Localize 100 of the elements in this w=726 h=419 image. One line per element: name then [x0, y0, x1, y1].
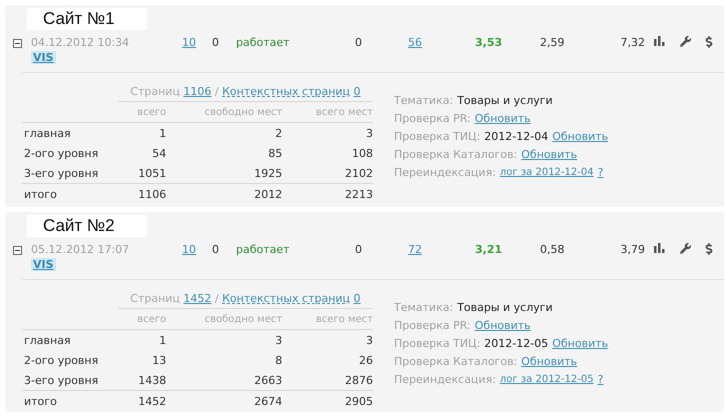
wrench-icon[interactable] — [680, 36, 690, 47]
vis-link[interactable]: VIS — [31, 51, 56, 64]
info-label: Проверка ТИЦ: — [394, 130, 480, 142]
bar-chart-icon[interactable] — [654, 243, 664, 253]
vis-link[interactable]: VIS — [31, 258, 56, 271]
value-text: 3,79 — [620, 243, 645, 256]
table-value: 2674 — [254, 394, 282, 408]
pages-link[interactable]: 1106 — [183, 84, 212, 98]
table-value: 8 — [275, 354, 282, 366]
table-value: 54 — [152, 146, 166, 160]
count-link[interactable]: 10 — [182, 243, 196, 256]
info-value: 2012-12-04 — [484, 130, 548, 142]
bar-chart-icon[interactable] — [654, 36, 664, 46]
table-value: 1452 — [138, 394, 166, 408]
collapse-icon[interactable] — [13, 39, 22, 48]
row-label: 2-ого уровня — [23, 146, 98, 160]
score-value: 3,53 — [475, 36, 502, 49]
info-link[interactable]: Обновить — [552, 130, 608, 142]
dollar-icon[interactable] — [703, 36, 715, 48]
row-label: главная — [23, 126, 71, 140]
info-value: 2012-12-05 — [484, 336, 548, 350]
column-header: всего — [137, 314, 166, 324]
row-label: итого — [23, 188, 57, 200]
info-label: Проверка Каталогов: — [394, 354, 518, 368]
table-value: 2876 — [345, 374, 373, 386]
context-count-link[interactable]: 0 — [354, 84, 361, 98]
status-text: работает — [236, 243, 290, 256]
table-value: 1051 — [138, 166, 166, 180]
table-value: 85 — [268, 146, 282, 160]
table-value: 1 — [159, 126, 166, 140]
column-header: всего — [137, 106, 166, 118]
info-label: Переиндексация: — [394, 166, 496, 178]
score-value: 3,21 — [475, 243, 502, 256]
table-value: 2 — [275, 126, 282, 140]
row-label: 3-его уровня — [23, 166, 98, 180]
pages-label: Страниц — [130, 84, 180, 98]
info-label: Переиндексация: — [394, 372, 496, 386]
context-pages-link[interactable]: Контекстных страниц — [222, 84, 350, 98]
help-link[interactable]: ? — [598, 372, 604, 386]
info-link[interactable]: Обновить — [521, 354, 578, 368]
value-text: 0,58 — [540, 243, 564, 256]
pages-link[interactable]: 1452 — [183, 292, 212, 304]
column-header: свободно мест — [204, 314, 282, 324]
count-link[interactable]: 56 — [408, 36, 422, 49]
date-text: 05.12.2012 17:07 — [31, 243, 130, 256]
value-text: 0 — [212, 36, 219, 49]
info-label: Тематика: — [394, 94, 454, 106]
info-link[interactable]: Обновить — [474, 318, 531, 332]
table-value: 108 — [352, 146, 373, 160]
site-title: Сайт №2 — [27, 215, 147, 237]
info-link[interactable]: Обновить — [521, 148, 578, 160]
column-header: всего мест — [316, 106, 373, 118]
table-value: 2663 — [254, 374, 282, 386]
table-value: 26 — [359, 354, 373, 366]
info-link[interactable]: Обновить — [552, 336, 608, 350]
row-label: итого — [23, 394, 57, 408]
pages-label: Страниц — [130, 292, 180, 304]
dollar-icon[interactable] — [703, 243, 715, 255]
table-value: 2102 — [345, 166, 373, 180]
info-label: Проверка PR: — [394, 112, 471, 124]
help-link[interactable]: ? — [598, 166, 604, 178]
context-count-link[interactable]: 0 — [354, 292, 361, 304]
info-link[interactable]: Обновить — [474, 112, 531, 124]
table-value: 1106 — [138, 188, 166, 200]
column-header: свободно мест — [204, 106, 282, 118]
row-label: 2-ого уровня — [23, 354, 98, 366]
value-text: 0 — [212, 243, 219, 256]
status-text: работает — [236, 36, 290, 49]
value-text: 0 — [355, 243, 362, 256]
table-value: 3 — [366, 334, 373, 346]
value-text: 2,59 — [540, 36, 564, 49]
info-value: Товары и услуги — [457, 94, 553, 106]
table-value: 1925 — [254, 166, 282, 180]
table-value: 2213 — [345, 188, 373, 200]
table-value: 2012 — [254, 188, 282, 200]
wrench-icon[interactable] — [680, 243, 690, 254]
separator-text: / — [214, 292, 219, 304]
column-header: всего мест — [316, 314, 373, 324]
info-link[interactable]: лог за 2012-12-04 — [500, 166, 594, 178]
row-label: главная — [23, 334, 71, 346]
separator-text: / — [214, 84, 219, 98]
table-value: 1 — [159, 334, 166, 346]
table-value: 3 — [366, 126, 373, 140]
info-link[interactable]: лог за 2012-12-05 — [500, 374, 594, 384]
count-link[interactable]: 72 — [408, 243, 422, 256]
table-value: 13 — [152, 354, 166, 366]
value-text: 7,32 — [620, 36, 645, 49]
date-text: 04.12.2012 10:34 — [31, 36, 130, 49]
row-label: 3-его уровня — [23, 374, 98, 386]
info-label: Проверка PR: — [394, 318, 471, 332]
collapse-icon[interactable] — [13, 246, 22, 255]
table-value: 2905 — [345, 394, 373, 408]
info-label: Проверка Каталогов: — [394, 148, 518, 160]
count-link[interactable]: 10 — [182, 36, 196, 49]
info-label: Проверка ТИЦ: — [394, 336, 480, 350]
table-value: 3 — [275, 334, 282, 346]
info-label: Тематика: — [394, 300, 454, 314]
site-title: Сайт №1 — [27, 8, 147, 30]
info-value: Товары и услуги — [457, 300, 553, 314]
context-pages-link[interactable]: Контекстных страниц — [222, 292, 350, 304]
